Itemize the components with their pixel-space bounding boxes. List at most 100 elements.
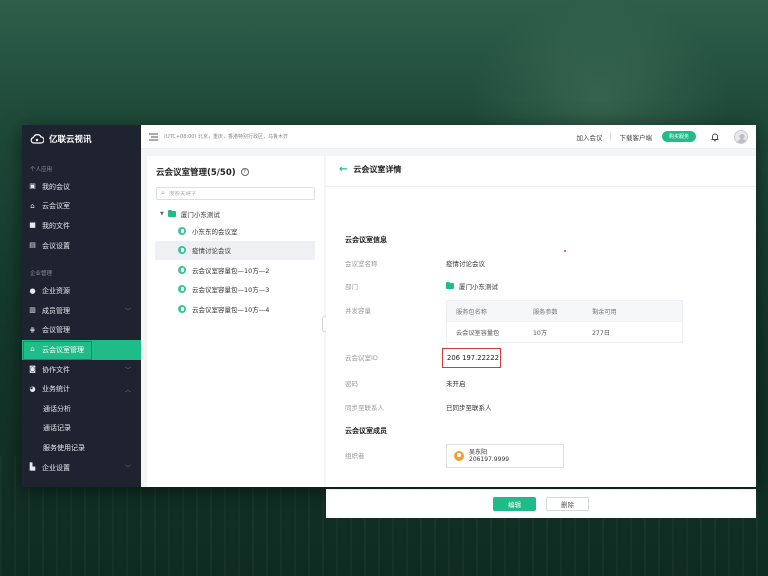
- sidebar-item-label: 云会议室管理: [42, 345, 84, 354]
- sidebar-item-members[interactable]: ▥ 成员管理 ﹀: [22, 301, 141, 321]
- sidebar-item-label: 会议管理: [42, 326, 70, 335]
- tree-item-label: 云会议室容量包—10方—2: [192, 266, 270, 275]
- brand-logo[interactable]: 亿联云视讯: [22, 127, 141, 151]
- personal-section-title: 个人应用: [30, 167, 53, 173]
- column-header: 剩余可用: [592, 308, 617, 316]
- sidebar-item-enterprise-resources[interactable]: ● 企业资源: [22, 281, 141, 301]
- folder-icon: [446, 281, 454, 289]
- main-area: (UTC+08:00) 北京，重庆，香港特别行政区，乌鲁木齐 加入会议 下载客户…: [141, 125, 756, 518]
- settings-icon: ▤: [29, 241, 36, 250]
- sidebar-item-label: 企业资源: [42, 287, 70, 296]
- home-icon: ⌂: [30, 345, 35, 354]
- bell-icon[interactable]: [710, 132, 720, 142]
- room-name-label: 会议室名称: [345, 260, 378, 268]
- chevron-down-icon: ﹀: [124, 465, 131, 473]
- action-footer: 编辑 删除: [326, 489, 756, 518]
- user-avatar-icon: [454, 451, 464, 461]
- folder-icon: ■: [29, 221, 36, 230]
- table-cell: 277日: [592, 330, 610, 337]
- cloud-logo-icon: [30, 134, 44, 144]
- tree-node-label: 厦门小东测试: [180, 211, 220, 219]
- search-icon: ⌕: [161, 189, 165, 197]
- organizer-name: 吴东阳: [469, 449, 488, 456]
- sidebar-item-label: 我的会议: [42, 182, 70, 191]
- meeting-manage-icon: ⋕: [29, 325, 36, 334]
- sidebar-item-label: 会议设置: [42, 241, 70, 250]
- topbar-actions: 加入会议 下载客户端 购买服务: [568, 129, 748, 144]
- detail-title: 云会议室详情: [353, 164, 402, 174]
- sidebar-item-cloud-rooms[interactable]: ⌂ 云会议室: [22, 197, 141, 217]
- caret-down-icon[interactable]: ▼: [160, 211, 164, 217]
- room-icon: [178, 246, 186, 255]
- department-value: 厦门小东测试: [446, 281, 498, 291]
- room-icon: [178, 265, 186, 274]
- sync-contacts-value: 已同步至联系人: [446, 404, 492, 412]
- app-window: 亿联云视讯 个人应用 ▣ 我的会议 ⌂ 云会议室 ■ 我的文件 ▤ 会议设置 企…: [22, 125, 756, 518]
- chevron-up-icon: ︿: [124, 386, 131, 394]
- help-icon[interactable]: ?: [240, 168, 249, 176]
- enterprise-section-title: 企业管理: [30, 271, 53, 278]
- panel-title-row: 云会议室管理(5/50) ?: [147, 156, 324, 178]
- menu-toggle-icon[interactable]: [149, 133, 158, 141]
- sidebar-subitem-call-analysis[interactable]: 通话分析: [22, 399, 141, 419]
- room-info-title: 云会议室信息: [345, 236, 387, 244]
- buy-service-button[interactable]: 购买服务: [661, 131, 696, 142]
- status-dot: [564, 250, 566, 252]
- tree-item-label: 云会议室容量包—10方—3: [192, 286, 270, 295]
- sidebar-item-label: 企业设置: [42, 463, 70, 472]
- search-input[interactable]: [168, 190, 299, 197]
- table-row: 云会议室容量包 10方 277日: [447, 321, 682, 343]
- sidebar-item-meeting-manage[interactable]: ⋕ 会议管理: [22, 321, 141, 341]
- panel-title: 云会议室管理(5/50): [156, 168, 236, 178]
- room-icon: [178, 285, 186, 294]
- room-icon: [178, 304, 186, 313]
- join-meeting-link[interactable]: 加入会议: [576, 132, 602, 142]
- sidebar-item-my-files[interactable]: ■ 我的文件: [22, 216, 141, 236]
- sidebar-item-business-stats[interactable]: ◕ 业务统计 ︿: [22, 379, 141, 399]
- top-bar: (UTC+08:00) 北京，重庆，香港特别行政区，乌鲁木齐 加入会议 下载客户…: [141, 125, 756, 149]
- sidebar-item-meeting-settings[interactable]: ▤ 会议设置: [22, 236, 141, 256]
- password-value: 未开启: [446, 380, 466, 388]
- resource-icon: ●: [29, 286, 36, 295]
- sidebar-item-enterprise-settings[interactable]: ▙ 企业设置 ﹀: [22, 458, 141, 478]
- building-icon: ▙: [29, 463, 36, 472]
- tree-item-room[interactable]: 云会议室容量包—10方—4: [147, 299, 324, 319]
- sidebar-item-my-meetings[interactable]: ▣ 我的会议: [22, 177, 141, 197]
- room-name-value: 疫情讨论会议: [446, 260, 485, 268]
- password-label: 密码: [345, 380, 358, 388]
- back-arrow-icon[interactable]: ←: [339, 164, 347, 175]
- department-label: 部门: [345, 283, 358, 291]
- room-list-panel: 云会议室管理(5/50) ? ⌕ ▼ 厦门小东测试 小东东的会议室: [147, 156, 328, 487]
- edit-button[interactable]: 编辑: [493, 497, 536, 511]
- tree-item-room[interactable]: 云会议室容量包—10方—2: [147, 260, 324, 280]
- download-client-link[interactable]: 下载客户端: [619, 132, 652, 142]
- table-header: 服务包名称 服务参数 剩余可用: [447, 301, 682, 321]
- sidebar-item-cloud-room-manage[interactable]: ⌂ 云会议室管理: [22, 340, 141, 360]
- timezone-label: (UTC+08:00) 北京，重庆，香港特别行政区，乌鲁木齐: [164, 134, 289, 140]
- sync-contacts-label: 同步至联系人: [345, 404, 384, 412]
- search-box: ⌕: [156, 187, 315, 200]
- detail-header: ← 云会议室详情: [326, 156, 756, 182]
- delete-button[interactable]: 删除: [546, 497, 589, 511]
- tree-item-room[interactable]: 小东东的会议室: [147, 221, 324, 241]
- tree-node-department[interactable]: ▼ 厦门小东测试: [147, 207, 324, 221]
- organizer-label: 组织者: [345, 452, 365, 460]
- sidebar-subitem-usage-records[interactable]: 服务使用记录: [22, 438, 141, 458]
- column-header: 服务包名称: [456, 308, 487, 316]
- divider: [610, 132, 612, 141]
- tree-item-label: 疫情讨论会议: [192, 247, 231, 256]
- sidebar-item-collab-files[interactable]: ◙ 协作文件 ﹀: [22, 360, 141, 380]
- column-header: 服务参数: [533, 308, 558, 316]
- members-icon: ▥: [29, 306, 36, 315]
- room-icon: [178, 226, 186, 235]
- sidebar-item-label: 我的文件: [42, 221, 70, 230]
- tree-item-room[interactable]: 云会议室容量包—10方—3: [147, 280, 324, 300]
- sidebar: 亿联云视讯 个人应用 ▣ 我的会议 ⌂ 云会议室 ■ 我的文件 ▤ 会议设置 企…: [22, 125, 141, 487]
- tree-item-room-selected[interactable]: 疫情讨论会议: [155, 240, 315, 260]
- chevron-down-icon: ﹀: [124, 308, 131, 316]
- file-icon: ◙: [29, 365, 36, 374]
- avatar[interactable]: [734, 129, 748, 144]
- sidebar-item-label: 通话分析: [43, 404, 71, 413]
- sidebar-item-label: 云会议室: [42, 202, 70, 211]
- sidebar-subitem-call-records[interactable]: 通话记录: [22, 419, 141, 439]
